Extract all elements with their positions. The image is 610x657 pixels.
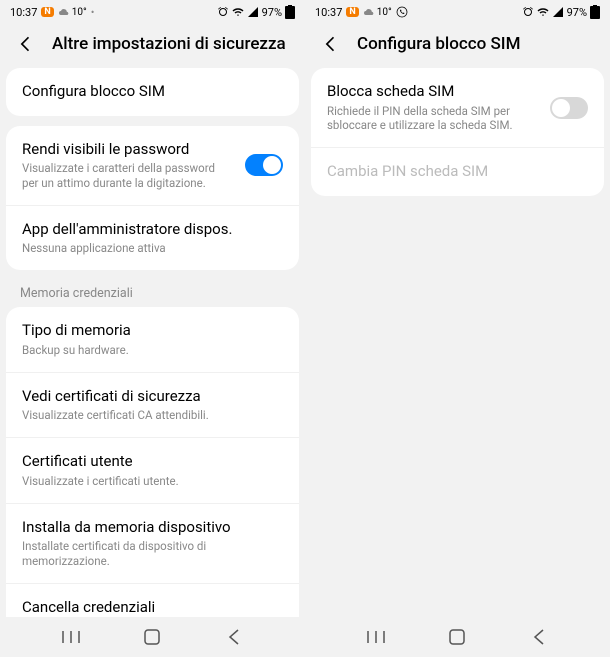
toggle-show-passwords[interactable] — [245, 154, 283, 176]
item-sub: Visualizzate certificati CA attendibili. — [22, 408, 283, 423]
content: Blocca scheda SIM Richiede il PIN della … — [305, 68, 610, 617]
page-title: Altre impostazioni di sicurezza — [52, 34, 286, 54]
item-sub: Backup su hardware. — [22, 343, 283, 358]
status-bar: 10:37 N 10° • 97% — [0, 0, 305, 24]
item-sub: Richiede il PIN della scheda SIM per sbl… — [327, 104, 538, 134]
battery-icon — [590, 5, 600, 19]
back-icon[interactable] — [16, 34, 36, 54]
alarm-icon — [522, 6, 534, 18]
notification-badge: N — [41, 7, 53, 17]
item-user-certs[interactable]: Certificati utente Visualizzate i certif… — [6, 438, 299, 503]
item-lock-sim[interactable]: Blocca scheda SIM Richiede il PIN della … — [311, 68, 604, 148]
nav-back[interactable] — [222, 625, 246, 649]
item-title: Installa da memoria dispositivo — [22, 518, 283, 538]
item-sub: Visualizzate i caratteri della password … — [22, 161, 233, 191]
item-title: App dell'amministratore dispos. — [22, 220, 283, 240]
item-sub: Nessuna applicazione attiva — [22, 241, 283, 256]
item-title: Rendi visibili le password — [22, 140, 233, 160]
temperature: 10° — [58, 6, 87, 18]
item-sub: Installate certificati da dispositivo di… — [22, 539, 283, 569]
dot-icon: • — [91, 6, 95, 19]
cloud-icon — [363, 6, 375, 18]
item-title: Certificati utente — [22, 452, 283, 472]
status-right: 97% — [217, 5, 295, 19]
nav-back[interactable] — [527, 625, 551, 649]
content: Configura blocco SIM Rendi visibili le p… — [0, 68, 305, 617]
item-configure-sim[interactable]: Configura blocco SIM — [6, 68, 299, 116]
battery-pct: 97% — [262, 6, 282, 19]
wifi-icon — [232, 6, 244, 18]
signal-icon — [552, 6, 564, 18]
status-bar: 10:37 N 10° 97% — [305, 0, 610, 24]
notification-badge: N — [346, 7, 358, 17]
nav-home[interactable] — [445, 625, 469, 649]
temperature: 10° — [363, 6, 392, 18]
section-credentials: Memoria credenziali — [0, 280, 305, 307]
nav-bar — [0, 617, 305, 657]
card-password-admin: Rendi visibili le password Visualizzate … — [6, 126, 299, 271]
item-title: Vedi certificati di sicurezza — [22, 387, 283, 407]
item-sub: Visualizzate i certificati utente. — [22, 474, 283, 489]
card-credentials: Tipo di memoria Backup su hardware. Vedi… — [6, 307, 299, 617]
item-title: Configura blocco SIM — [22, 82, 283, 102]
page-header: Altre impostazioni di sicurezza — [0, 24, 305, 68]
back-icon[interactable] — [321, 34, 341, 54]
item-storage-type[interactable]: Tipo di memoria Backup su hardware. — [6, 307, 299, 372]
whatsapp-icon — [396, 6, 408, 18]
battery-icon — [285, 5, 295, 19]
battery-pct: 97% — [567, 6, 587, 19]
item-clear-creds[interactable]: Cancella credenziali Rimuove tutti i cer… — [6, 584, 299, 617]
item-title: Cambia PIN scheda SIM — [327, 162, 588, 182]
item-title: Cancella credenziali — [22, 598, 283, 617]
status-left: 10:37 N 10° — [315, 6, 408, 19]
toggle-lock-sim[interactable] — [550, 97, 588, 119]
cloud-icon — [58, 6, 70, 18]
clock: 10:37 — [10, 6, 37, 19]
card-sim-lock: Blocca scheda SIM Richiede il PIN della … — [311, 68, 604, 196]
wifi-icon — [537, 6, 549, 18]
page-title: Configura blocco SIM — [357, 34, 520, 54]
card-sim: Configura blocco SIM — [6, 68, 299, 116]
item-install-storage[interactable]: Installa da memoria dispositivo Installa… — [6, 504, 299, 584]
phone-left: 10:37 N 10° • 97% Altre impostazioni di … — [0, 0, 305, 657]
nav-bar — [305, 617, 610, 657]
status-left: 10:37 N 10° • — [10, 6, 94, 19]
item-change-pin: Cambia PIN scheda SIM — [311, 148, 604, 196]
item-title: Tipo di memoria — [22, 321, 283, 341]
status-right: 97% — [522, 5, 600, 19]
alarm-icon — [217, 6, 229, 18]
clock: 10:37 — [315, 6, 342, 19]
item-admin-apps[interactable]: App dell'amministratore dispos. Nessuna … — [6, 206, 299, 270]
item-title: Blocca scheda SIM — [327, 82, 538, 102]
item-view-certs[interactable]: Vedi certificati di sicurezza Visualizza… — [6, 373, 299, 438]
nav-recents[interactable] — [364, 625, 388, 649]
phone-right: 10:37 N 10° 97% Configura blocco SIM Blo… — [305, 0, 610, 657]
nav-home[interactable] — [140, 625, 164, 649]
page-header: Configura blocco SIM — [305, 24, 610, 68]
nav-recents[interactable] — [59, 625, 83, 649]
item-show-passwords[interactable]: Rendi visibili le password Visualizzate … — [6, 126, 299, 206]
signal-icon — [247, 6, 259, 18]
